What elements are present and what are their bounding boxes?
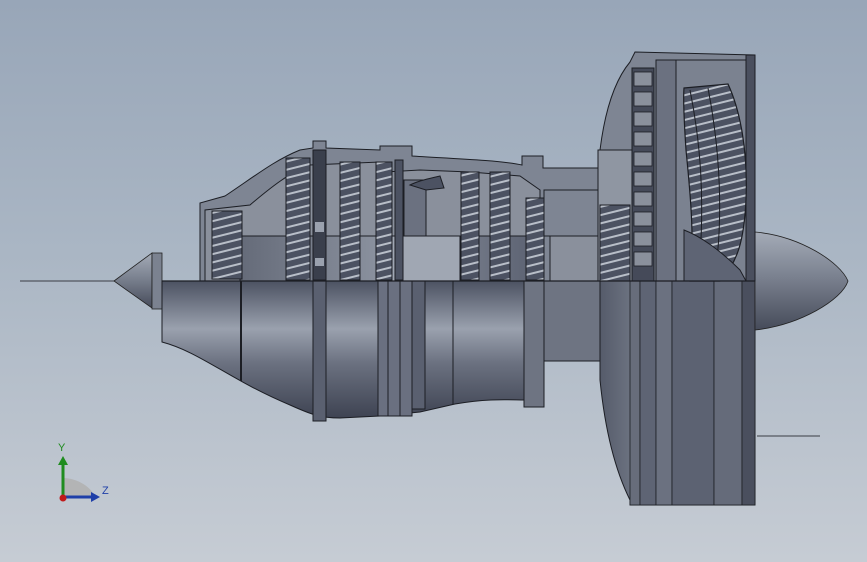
exhaust-cone [754, 231, 849, 331]
triad-y-label: Y [58, 442, 66, 454]
lower-ring-3 [377, 280, 413, 417]
fan-frame-2 [655, 59, 677, 282]
engine-model[interactable] [0, 0, 867, 562]
triad-origin [59, 494, 67, 502]
lower-casing [161, 280, 526, 419]
nose-cone [113, 252, 153, 309]
stator-ring-2 [394, 159, 404, 281]
lower-ring-4 [411, 280, 426, 410]
mid-case [543, 189, 601, 237]
lower-ring-1 [240, 281, 242, 381]
lower-ring-2 [312, 280, 327, 422]
lower-ring-5 [523, 280, 545, 408]
nose-ring [151, 252, 163, 310]
lower-shaft [543, 280, 601, 362]
triad-xz-plane [63, 478, 95, 497]
triad-z-label: Z [102, 485, 109, 497]
graphics-viewport[interactable]: Y Z [0, 0, 867, 562]
